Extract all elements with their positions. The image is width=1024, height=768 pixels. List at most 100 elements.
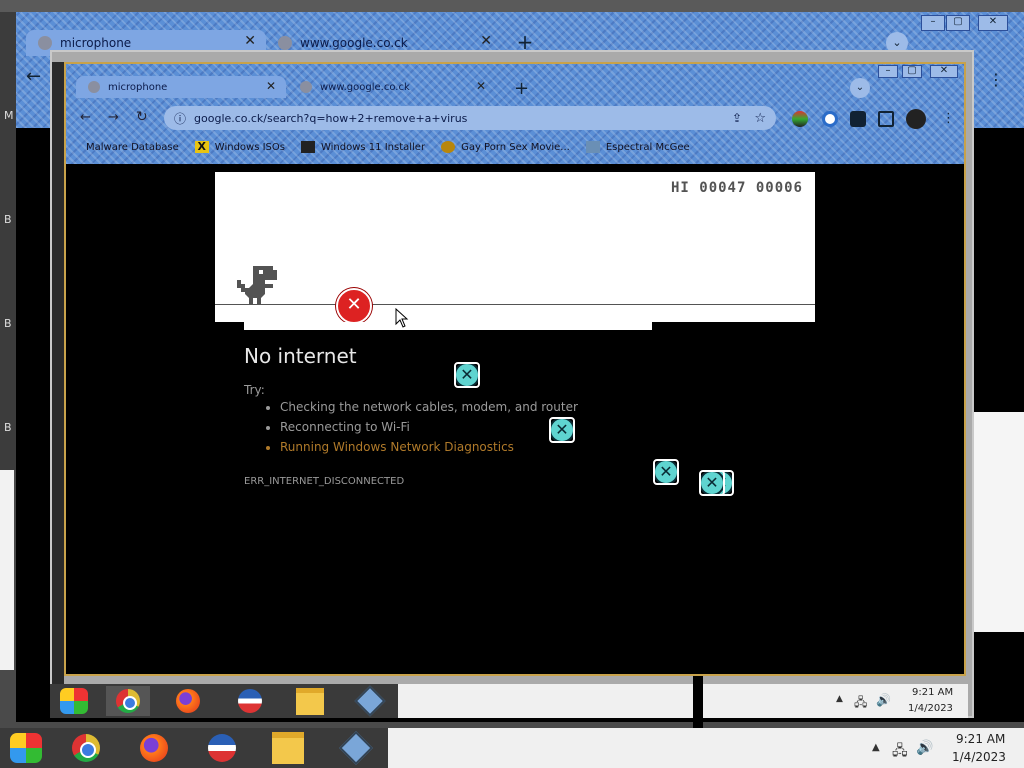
tray-arrow-icon[interactable]: ▲ [872,742,880,753]
inner-new-tab-button[interactable]: + [514,78,529,99]
reload-icon[interactable]: ↻ [136,109,148,125]
error-badge-icon: ✕ [549,417,575,443]
address-text: google.co.ck/search?q=how+2+remove+a+vir… [194,111,468,125]
extension-shield-icon[interactable] [822,111,838,127]
firefox-icon[interactable] [166,686,210,716]
outer-close-button[interactable]: ✕ [978,15,1008,31]
score-text: HI 00047 00006 [670,180,803,196]
close-icon[interactable]: ✕ [480,33,492,49]
bookmark-malware-database[interactable]: Malware Database [86,138,179,156]
bookmark-windows-11-installer[interactable]: Windows 11 Installer [300,138,426,156]
suggestion-item: Checking the network cables, modem, and … [280,398,680,416]
share-icon[interactable]: ⇪ [732,111,742,125]
inner-minimize-button[interactable]: – [878,65,898,78]
extensions-puzzle-icon[interactable] [850,111,866,127]
inner-tab-label: microphone [108,81,168,93]
network-icon[interactable]: 🖧 [892,740,908,764]
volume-icon[interactable]: 🔊 [916,740,933,756]
tray-arrow-icon[interactable]: ▲ [836,694,843,704]
profile-avatar-icon[interactable] [906,109,926,129]
inner-maximize-button[interactable]: ▢ [902,65,922,78]
bookmark-label: Windows ISOs [214,141,285,153]
firefox-icon[interactable] [132,732,176,764]
inner-tab-search-button[interactable]: ⌄ [850,78,870,98]
dino-white-strip [244,322,652,330]
outer-back-icon[interactable]: ← [26,66,41,87]
site-favicon-icon [585,141,600,153]
file-explorer-icon[interactable] [266,732,310,764]
inner-tab-label: www.google.co.ck [320,81,410,93]
desktop-left-white [0,470,14,670]
extension-mcafee-icon[interactable] [792,111,808,127]
error-title: No internet [244,344,357,368]
bookmark-label: Espectral McGee [605,141,690,153]
star-icon[interactable]: ☆ [754,111,766,126]
media-player-icon[interactable] [228,686,272,716]
inner-taskbar-dark [50,684,398,718]
globe-icon [278,36,292,50]
close-icon[interactable]: ✕ [476,79,486,93]
terminal-icon [300,141,315,153]
inner-menu-icon[interactable]: ⋮ [942,111,955,126]
outer-tab-label: www.google.co.ck [300,36,408,50]
file-explorer-icon[interactable] [288,686,332,716]
close-icon[interactable]: ✕ [244,33,256,49]
bookmark-windows-isos[interactable]: X Windows ISOs [194,138,285,156]
outer-scroll-strip [968,412,1024,632]
error-badge-icon: ✕ [653,459,679,485]
error-badge-icon: ✕ [454,362,480,388]
forward-icon[interactable]: → [108,110,119,125]
inner-tab-microphone[interactable]: microphone ✕ [76,76,286,98]
outer-minimize-button[interactable]: – [921,15,945,31]
outer-maximize-button[interactable]: ▢ [946,15,970,31]
outer-side-glyphs: MBBB [4,109,14,434]
inner-close-button[interactable]: ✕ [930,65,958,78]
app-diamond-icon[interactable] [348,685,392,717]
outer-menu-icon[interactable]: ⋮ [988,70,1004,89]
globe-icon [38,36,52,50]
outer-tab-label: microphone [60,36,132,50]
error-icon: ✕ [336,288,372,324]
side-panel-icon[interactable] [878,111,894,127]
back-icon[interactable]: ← [80,110,91,125]
media-player-icon[interactable] [200,732,244,764]
network-icon[interactable]: 🖧 [854,693,867,714]
bookmarks-bar: Malware Database X Windows ISOs Windows … [86,138,706,156]
suggestion-item-link[interactable]: Running Windows Network Diagnostics [280,438,680,456]
close-icon[interactable]: ✕ [266,79,276,93]
inner-tab-google[interactable]: www.google.co.ck ✕ [288,76,496,98]
bookmark-movie-site[interactable]: Gay Porn Sex Movie... [441,138,570,156]
inner-clock-time[interactable]: 9:21 AM [912,687,953,698]
volume-icon[interactable]: 🔊 [876,693,891,707]
ground-line [215,304,815,305]
inner-clock-date[interactable]: 1/4/2023 [908,703,953,714]
dino-icon [237,266,277,304]
info-icon[interactable]: ⓘ [174,110,186,127]
inner-taskbar: ▲ 🖧 🔊 9:21 AM 1/4/2023 [50,684,968,718]
taskbar-dark [0,728,388,768]
inner-left-dark-strip [52,62,64,702]
clock-time[interactable]: 9:21 AM [956,732,1005,746]
site-favicon-icon [441,141,456,153]
bookmark-label: Windows 11 Installer [320,141,426,153]
start-button-icon[interactable] [52,686,96,716]
bookmark-label: Gay Porn Sex Movie... [461,141,570,153]
bookmark-espectral-mcgee[interactable]: Espectral McGee [585,138,690,156]
start-button-icon[interactable] [4,732,48,764]
chrome-icon[interactable] [106,686,150,716]
bookmark-label: Malware Database [86,141,179,153]
app-diamond-icon[interactable] [334,731,378,765]
dino-game[interactable]: HI 00047 00006 ✕ [215,172,815,324]
clock-date[interactable]: 1/4/2023 [952,750,1006,764]
desktop-top-strip [0,0,1024,12]
address-bar[interactable]: ⓘ google.co.ck/search?q=how+2+remove+a+v… [164,106,776,130]
x-logo-icon: X [194,141,209,153]
taskbar: ▲ 🖧 🔊 9:21 AM 1/4/2023 [0,728,1024,768]
error-code: ERR_INTERNET_DISCONNECTED [244,476,405,487]
mouse-cursor-icon [395,308,409,328]
globe-icon [300,81,312,93]
chrome-icon[interactable] [64,732,108,764]
inner-browser-window: – ▢ ✕ microphone ✕ www.google.co.ck ✕ + … [64,62,966,676]
error-badge-icon: ✕ [699,470,725,496]
globe-icon [88,81,100,93]
